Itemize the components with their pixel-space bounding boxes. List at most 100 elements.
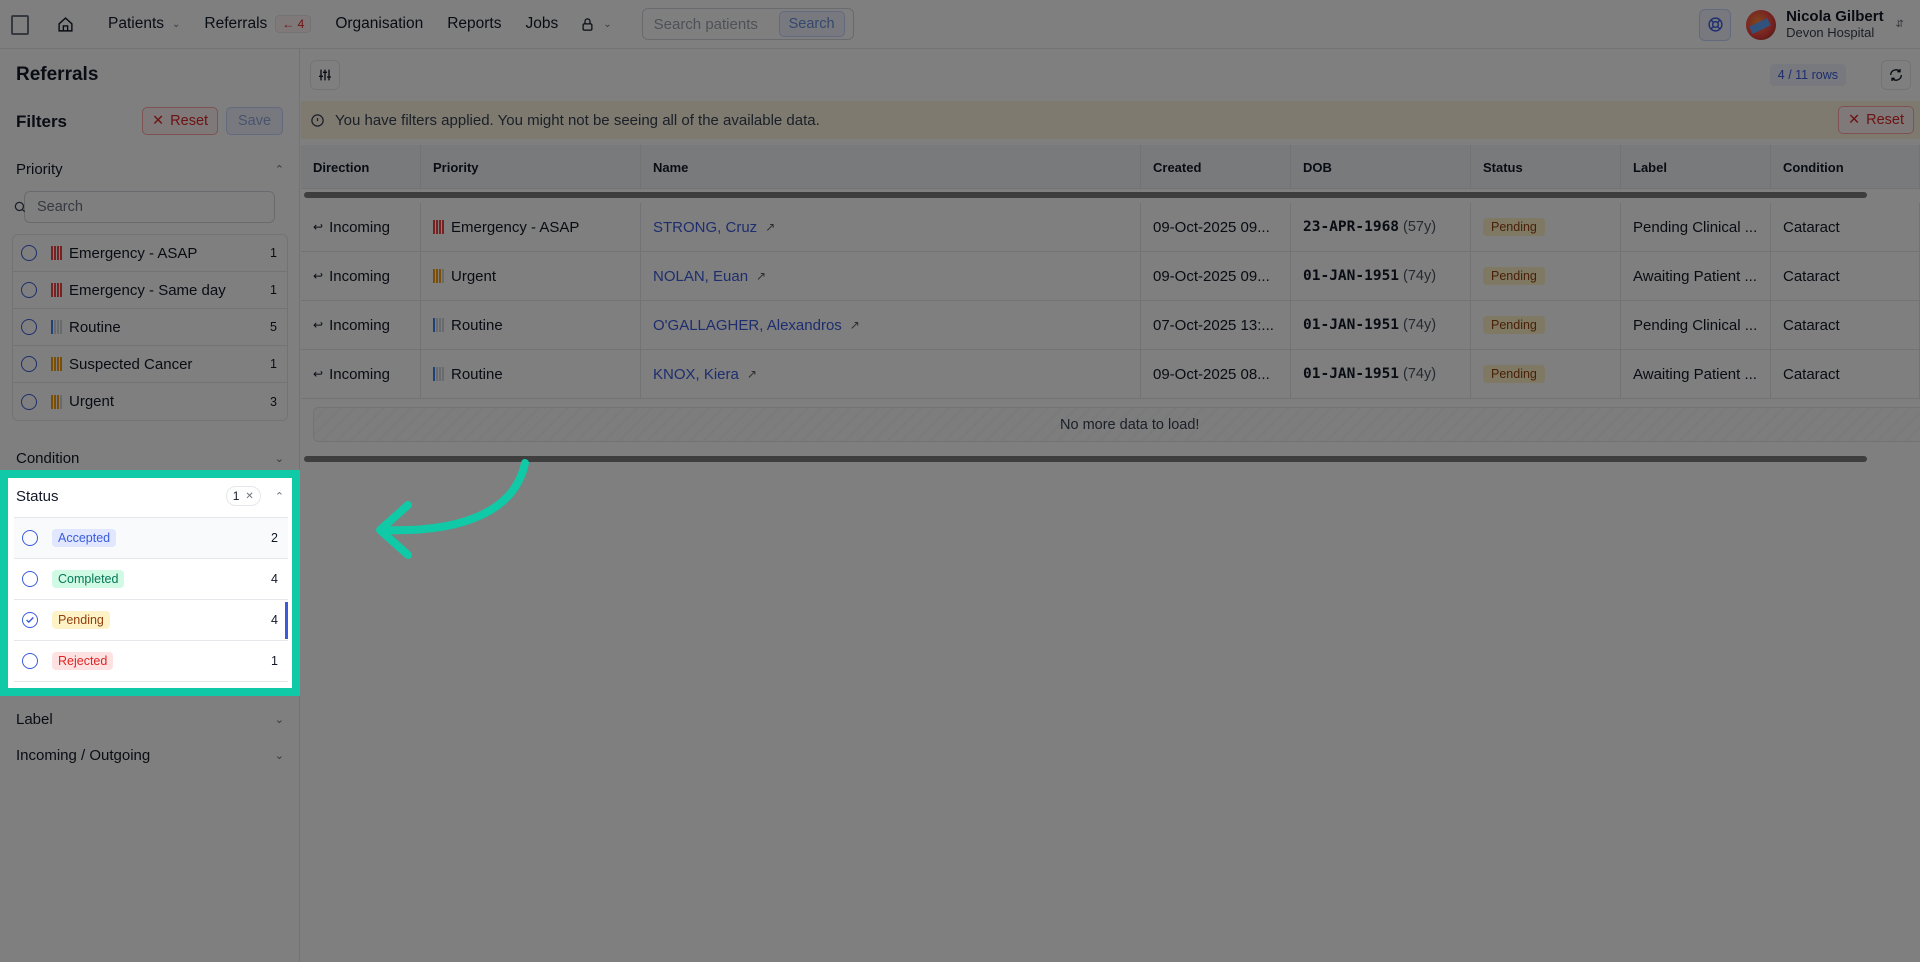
page-title: Referrals xyxy=(16,64,99,85)
help-button[interactable] xyxy=(1699,8,1732,41)
status-filter-highlight: Status 1 ✕ ⌃ Accepted 2 Completed 4 Pending 4… xyxy=(0,470,300,696)
radio-button[interactable] xyxy=(22,530,38,546)
search-icon xyxy=(14,201,26,213)
external-link-icon[interactable]: ↗ xyxy=(765,220,775,234)
incoming-arrow-icon: ↩ xyxy=(313,318,324,332)
radio-button[interactable] xyxy=(21,393,37,410)
status-option[interactable]: Accepted 2 xyxy=(14,518,288,559)
status-section-header[interactable]: Status 1 ✕ ⌃ xyxy=(16,486,284,506)
priority-bar xyxy=(54,394,56,409)
priority-bar xyxy=(60,246,62,260)
radio-button[interactable] xyxy=(21,319,37,335)
cell-status: Pending xyxy=(1471,301,1621,349)
created-text: 09-Oct-2025 09... xyxy=(1153,267,1270,285)
patient-name-link[interactable]: NOLAN, Euan xyxy=(653,268,748,285)
cell-status: Pending xyxy=(1471,252,1621,300)
priority-option[interactable]: Emergency - Same day 1 xyxy=(13,272,287,309)
banner-reset-button[interactable]: ✕ Reset xyxy=(1837,106,1914,134)
column-header-dob[interactable]: DOB xyxy=(1291,145,1471,189)
chevron-up-icon: ⌃ xyxy=(274,164,284,176)
column-header-direction[interactable]: Direction xyxy=(301,145,421,189)
priority-search-input[interactable] xyxy=(24,191,275,223)
status-option[interactable]: Pending 4 xyxy=(14,600,288,641)
table-row[interactable]: ↩ Incoming Urgent NOLAN, Euan ↗ 09-Oct-2025 0… xyxy=(301,252,1920,301)
nav-organisation[interactable]: Organisation xyxy=(323,9,435,39)
radio-button[interactable] xyxy=(21,245,37,261)
priority-option[interactable]: Urgent 3 xyxy=(13,383,287,420)
cell-direction: ↩ Incoming xyxy=(301,203,421,251)
table-row[interactable]: ↩ Incoming Emergency - ASAP STRONG, Cruz ↗ 09… xyxy=(301,203,1920,252)
priority-option[interactable]: Emergency - ASAP 1 xyxy=(13,235,287,272)
created-text: 07-Oct-2025 13:... xyxy=(1153,316,1274,334)
status-selected-count: 1 xyxy=(232,489,240,503)
nav-jobs[interactable]: Jobs xyxy=(513,9,570,39)
cell-created: 09-Oct-2025 08... xyxy=(1141,350,1291,398)
priority-option[interactable]: Suspected Cancer 1 xyxy=(13,346,287,383)
reset-filters-label: Reset xyxy=(170,113,209,129)
table-row[interactable]: ↩ Incoming Routine O'GALLAGHER, Alexandros ↗… xyxy=(301,301,1920,350)
save-filters-button[interactable]: Save xyxy=(226,107,284,135)
priority-bar xyxy=(439,367,441,381)
patient-name-link[interactable]: KNOX, Kiera xyxy=(653,366,739,383)
status-option[interactable]: Rejected 1 xyxy=(14,641,288,682)
patient-name-link[interactable]: STRONG, Cruz xyxy=(653,219,757,236)
table-header: Direction Priority Name Created DOB Status Lab… xyxy=(301,145,1920,189)
priority-bar xyxy=(57,283,59,297)
priority-bar xyxy=(57,357,59,371)
incoming-outgoing-section-header[interactable]: Incoming / Outgoing ⌄ xyxy=(16,747,284,764)
reset-filters-button[interactable]: ✕ Reset xyxy=(142,107,219,135)
chevron-updown-icon[interactable]: ⇵ xyxy=(1896,19,1904,30)
radio-button[interactable] xyxy=(21,282,37,298)
home-button[interactable] xyxy=(50,9,80,39)
table-scrollbar-bottom[interactable] xyxy=(304,456,1867,462)
condition-section-title: Condition xyxy=(16,450,80,467)
priority-bar xyxy=(54,320,56,334)
status-pill: Pending xyxy=(52,611,110,629)
column-header-label[interactable]: Label xyxy=(1621,145,1771,189)
column-header-condition[interactable]: Condition xyxy=(1771,145,1920,189)
cell-priority: Routine xyxy=(421,301,641,349)
column-header-status[interactable]: Status xyxy=(1471,145,1621,189)
nav-referrals[interactable]: Referrals ← 4 xyxy=(192,9,323,39)
radio-button[interactable] xyxy=(22,653,38,669)
user-menu[interactable]: Nicola Gilbert Devon Hospital xyxy=(1786,8,1884,41)
nav-organisation-label: Organisation xyxy=(335,15,424,32)
nav-patients[interactable]: Patients ⌄ xyxy=(96,9,192,39)
table-scrollbar-top[interactable] xyxy=(304,192,1867,198)
external-link-icon[interactable]: ↗ xyxy=(756,269,766,283)
direction-text: Incoming xyxy=(329,267,390,285)
priority-bar xyxy=(442,269,444,283)
cell-dob: 23-APR-1968 (57y) xyxy=(1291,203,1471,251)
radio-button[interactable] xyxy=(21,356,37,372)
radio-button[interactable] xyxy=(22,571,38,587)
status-selected-badge[interactable]: 1 ✕ xyxy=(225,486,261,506)
table-row[interactable]: ↩ Incoming Routine KNOX, Kiera ↗ 09-Oct-2025 … xyxy=(301,350,1920,399)
condition-section-header[interactable]: Condition ⌄ xyxy=(16,450,284,467)
column-header-created[interactable]: Created xyxy=(1141,145,1291,189)
column-settings-button[interactable] xyxy=(310,60,340,90)
lock-menu[interactable]: ⌄ xyxy=(570,9,621,39)
external-link-icon[interactable]: ↗ xyxy=(747,367,757,381)
cell-priority: Emergency - ASAP xyxy=(421,203,641,251)
patient-name-link[interactable]: O'GALLAGHER, Alexandros xyxy=(653,317,842,334)
column-header-priority[interactable]: Priority xyxy=(421,145,641,189)
app-logo[interactable] xyxy=(8,13,30,35)
priority-option-label: Routine xyxy=(69,318,121,336)
external-link-icon[interactable]: ↗ xyxy=(850,318,860,332)
refresh-button[interactable] xyxy=(1881,60,1911,90)
avatar[interactable] xyxy=(1746,9,1777,40)
direction-text: Incoming xyxy=(329,316,390,334)
column-header-name[interactable]: Name xyxy=(641,145,1141,189)
nav-reports[interactable]: Reports xyxy=(435,9,513,39)
priority-section-header[interactable]: Priority ⌃ xyxy=(16,161,284,178)
search-button[interactable]: Search xyxy=(778,11,845,37)
radio-button[interactable] xyxy=(22,612,38,628)
row-count-badge: 4 / 11 rows xyxy=(1769,64,1846,86)
status-option[interactable]: Completed 4 xyxy=(14,559,288,600)
priority-bar xyxy=(57,320,59,334)
cell-priority: Routine xyxy=(421,350,641,398)
label-section-header[interactable]: Label ⌄ xyxy=(16,711,284,728)
priority-option[interactable]: Routine 5 xyxy=(13,309,287,346)
priority-bar xyxy=(51,246,53,260)
patient-search-input[interactable] xyxy=(644,11,779,37)
